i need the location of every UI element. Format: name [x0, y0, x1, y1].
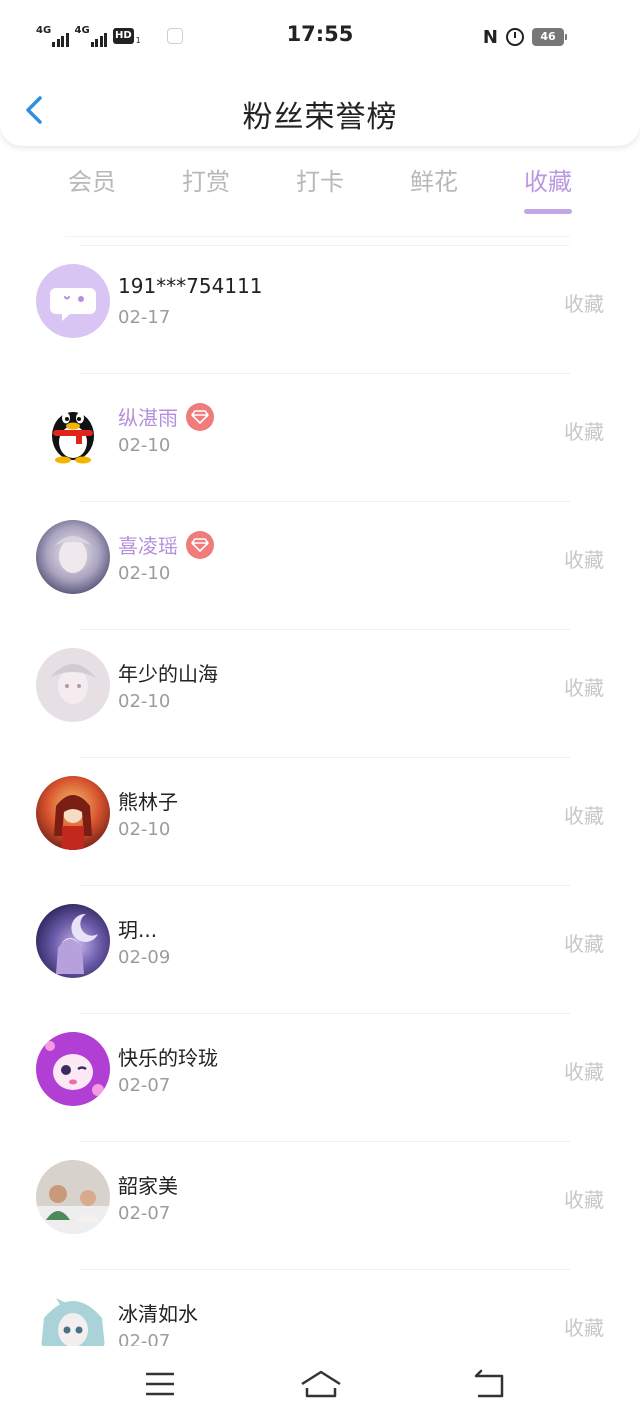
username-text: 快乐的玲珑: [118, 1046, 218, 1070]
favorite-label: 收藏: [564, 1316, 604, 1340]
date: 02-07: [118, 1203, 171, 1224]
header-card: 4G 4G HD 1 17:55 N 46 粉丝荣誉榜: [0, 0, 640, 146]
date: 02-10: [118, 691, 171, 712]
penguin-icon: [36, 392, 110, 466]
menu-icon: [146, 1372, 174, 1396]
username-text: 191***754111: [118, 274, 263, 298]
list-item[interactable]: 191***754111 02-17 收藏: [0, 246, 640, 374]
anime-portrait-image: [36, 648, 110, 722]
username: 喜凌瑶: [118, 530, 214, 559]
page-title: 粉丝荣誉榜: [242, 100, 398, 135]
date: 02-09: [118, 947, 171, 968]
avatar: [36, 520, 110, 594]
date: 02-07: [118, 1075, 171, 1096]
fan-list: 191***754111 02-17 收藏 纵湛雨 02-10 收藏 喜凌瑶 0…: [0, 246, 640, 1398]
tab-checkin[interactable]: 打卡: [263, 160, 377, 220]
divider: [65, 236, 570, 237]
username: 韶家美: [118, 1170, 178, 1199]
avatar: [36, 904, 110, 978]
anime-portrait-image: [36, 904, 110, 978]
nav-bar: 粉丝荣誉榜: [0, 74, 640, 146]
status-right: N 46: [482, 25, 567, 49]
favorite-label: 收藏: [564, 548, 604, 572]
home-icon: [301, 1370, 341, 1398]
favorite-label: 收藏: [564, 1188, 604, 1212]
date: 02-17: [118, 307, 171, 328]
avatar: [36, 392, 110, 466]
tab-reward[interactable]: 打赏: [149, 160, 263, 220]
list-item[interactable]: 年少的山海 02-10 收藏: [0, 630, 640, 758]
favorite-label: 收藏: [564, 676, 604, 700]
username: 冰清如水: [118, 1298, 198, 1327]
list-item[interactable]: 韶家美 02-07 收藏: [0, 1142, 640, 1270]
favorite-label: 收藏: [564, 292, 604, 316]
list-item[interactable]: 喜凌瑶 02-10 收藏: [0, 502, 640, 630]
cartoon-character-image: [36, 1032, 110, 1106]
list-item[interactable]: 纵湛雨 02-10 收藏: [0, 374, 640, 502]
favorite-label: 收藏: [564, 804, 604, 828]
date: 02-10: [118, 819, 171, 840]
username-text: 年少的山海: [118, 662, 218, 686]
nfc-icon: N: [482, 26, 498, 48]
tab-member[interactable]: 会员: [35, 160, 149, 220]
anime-portrait-image: [36, 520, 110, 594]
avatar: [36, 264, 110, 338]
tab-favorites[interactable]: 收藏: [491, 160, 605, 220]
anime-portrait-image: [36, 776, 110, 850]
diamond-icon: [186, 402, 214, 431]
avatar: [36, 648, 110, 722]
home-button[interactable]: [298, 1366, 344, 1402]
menu-button[interactable]: [140, 1366, 180, 1402]
favorite-label: 收藏: [564, 420, 604, 444]
username-text: 玥...: [118, 918, 158, 942]
date: 02-10: [118, 435, 171, 456]
username: 快乐的玲珑: [118, 1042, 218, 1071]
battery-icon: 46: [532, 28, 567, 46]
system-nav-bar: [0, 1346, 640, 1422]
favorite-label: 收藏: [564, 932, 604, 956]
username: 玥...: [118, 914, 157, 943]
username: 年少的山海: [118, 658, 218, 687]
tab-bar: 会员 打赏 打卡 鲜花 收藏: [35, 160, 605, 220]
favorite-label: 收藏: [564, 1060, 604, 1084]
username: 191***754111: [118, 274, 263, 298]
photo-image: [36, 1160, 110, 1234]
username-text: 喜凌瑶: [118, 534, 178, 558]
back-nav-button[interactable]: [468, 1366, 508, 1402]
avatar: [36, 1160, 110, 1234]
avatar: [36, 1032, 110, 1106]
diamond-icon: [186, 530, 214, 559]
username-text: 纵湛雨: [118, 406, 178, 430]
list-item[interactable]: 熊林子 02-10 收藏: [0, 758, 640, 886]
status-bar: 4G 4G HD 1 17:55 N 46: [0, 0, 640, 74]
list-item[interactable]: 快乐的玲珑 02-07 收藏: [0, 1014, 640, 1142]
tab-flowers[interactable]: 鲜花: [377, 160, 491, 220]
username: 纵湛雨: [118, 402, 214, 431]
avatar: [36, 776, 110, 850]
username: 熊林子: [118, 786, 178, 815]
date: 02-10: [118, 563, 171, 584]
username-text: 冰清如水: [118, 1302, 198, 1326]
alarm-icon: [506, 28, 524, 46]
username-text: 熊林子: [118, 790, 178, 814]
chat-bubble-icon: [36, 264, 110, 338]
username-text: 韶家美: [118, 1174, 178, 1198]
return-icon: [474, 1369, 504, 1398]
list-item[interactable]: 玥... 02-09 收藏: [0, 886, 640, 1014]
